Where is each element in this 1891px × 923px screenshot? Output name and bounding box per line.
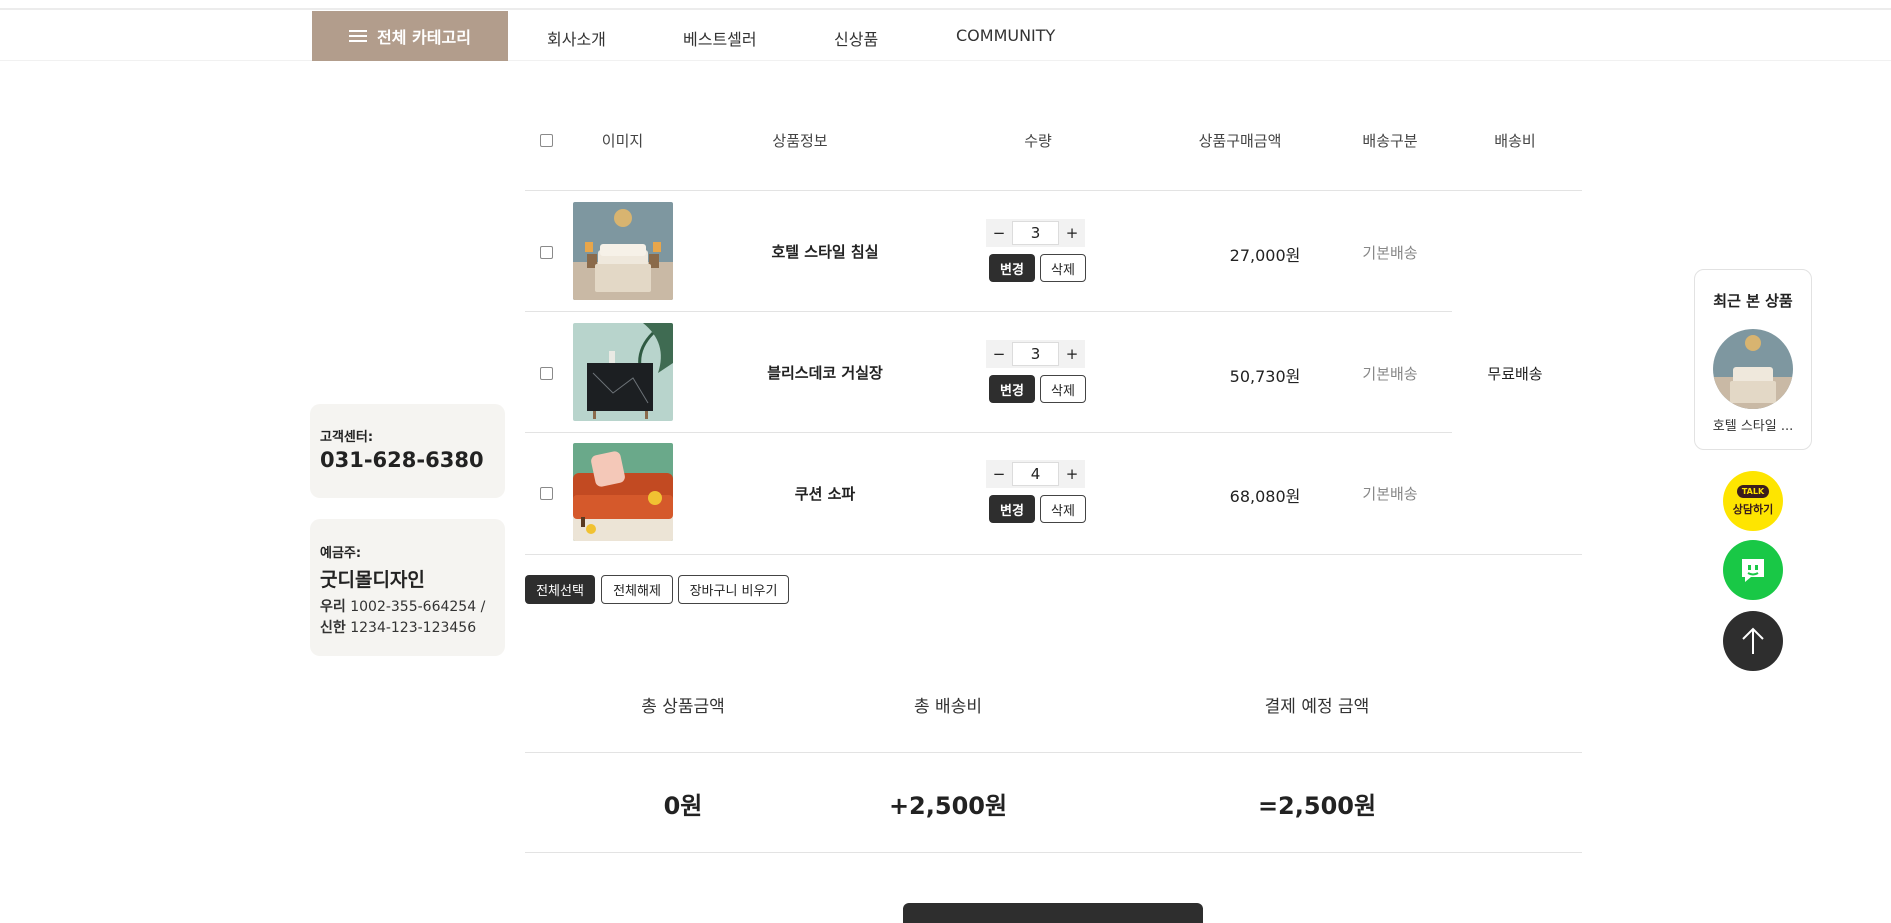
customer-center-box: 고객센터: 031-628-6380: [310, 404, 505, 498]
row-checkbox[interactable]: [540, 487, 553, 500]
account-holder-label: 예금주:: [320, 546, 362, 561]
recent-item-label[interactable]: 호텔 스타일 ...: [1695, 415, 1811, 434]
bank-name: 신한: [320, 620, 346, 636]
bank-number: 1234-123-123456: [350, 620, 477, 636]
header-shipping-fee: 배송비: [1494, 132, 1536, 150]
product-name[interactable]: 블리스데코 거실장: [700, 362, 950, 383]
header-delivery-type: 배송구분: [1362, 132, 1418, 150]
nav-item-new[interactable]: 신상품: [834, 26, 878, 50]
all-categories-label: 전체 카테고리: [377, 28, 471, 47]
scroll-top-button[interactable]: [1723, 611, 1783, 671]
bank-account-box: 예금주: 굿디몰디자인 우리 1002-355-664254 / 신한 1234…: [310, 519, 505, 656]
product-image-bedroom[interactable]: [573, 202, 673, 300]
qty-plus-button[interactable]: +: [1059, 219, 1085, 247]
chat-bubble-icon: [1742, 559, 1764, 582]
item-price: 68,080원: [1229, 487, 1301, 506]
cs-phone: 031-628-6380: [320, 448, 484, 472]
deselect-all-button[interactable]: 전체해제: [601, 575, 673, 604]
nav-divider: [0, 60, 1891, 61]
product-image-cabinet[interactable]: [573, 323, 673, 421]
total-shipping-label: 총 배송비: [914, 697, 982, 717]
naver-talk-button[interactable]: [1723, 540, 1783, 600]
header-quantity: 수량: [1024, 132, 1052, 150]
total-shipping-amount: +2,500원: [888, 792, 1008, 820]
bank-name: 우리: [320, 599, 346, 615]
qty-plus-button[interactable]: +: [1059, 460, 1085, 488]
header-product-info: 상품정보: [772, 132, 828, 150]
summary-divider: [525, 752, 1582, 753]
recently-viewed-panel: 최근 본 상품 호텔 스타일 ...: [1694, 269, 1812, 450]
all-categories-button[interactable]: 전체 카테고리: [312, 11, 508, 61]
recent-item-thumb[interactable]: [1713, 329, 1793, 409]
qty-input[interactable]: 3: [1012, 221, 1059, 245]
nav-item-bestseller[interactable]: 베스트셀러: [683, 26, 757, 50]
bank-number: 1002-355-664254 /: [350, 599, 486, 615]
nav-item-community[interactable]: COMMUNITY: [956, 26, 1055, 45]
top-divider: [0, 8, 1891, 10]
table-bottom-divider: [525, 554, 1582, 555]
change-qty-button[interactable]: 변경: [989, 254, 1035, 282]
delivery-type: 기본배송: [1362, 485, 1418, 503]
nav-item-about[interactable]: 회사소개: [547, 26, 606, 50]
summary-bottom-divider: [525, 852, 1582, 853]
quantity-stepper: − 3 +: [986, 219, 1085, 247]
kakao-chat-label: 상담하기: [1732, 503, 1774, 516]
kakao-chat-button[interactable]: TALK 상담하기: [1723, 471, 1783, 531]
delivery-type: 기본배송: [1362, 365, 1418, 383]
expected-payment-amount: =2,500원: [1257, 792, 1377, 820]
change-qty-button[interactable]: 변경: [989, 495, 1035, 523]
shipping-fee: 무료배송: [1487, 365, 1543, 383]
qty-input[interactable]: 3: [1012, 342, 1059, 366]
delivery-type: 기본배송: [1362, 244, 1418, 262]
total-product-amount: 0원: [663, 792, 703, 820]
table-row: 쿠션 소파 − 4 + 변경 삭제 68,080원 기본배송: [525, 433, 1582, 553]
select-all-button[interactable]: 전체선택: [525, 575, 595, 604]
change-qty-button[interactable]: 변경: [989, 375, 1035, 403]
item-price: 27,000원: [1229, 246, 1301, 265]
row-checkbox[interactable]: [540, 246, 553, 259]
header-image: 이미지: [601, 132, 644, 150]
table-row: 블리스데코 거실장 − 3 + 변경 삭제 50,730원 기본배송 무료배송: [525, 312, 1582, 432]
product-name[interactable]: 쿠션 소파: [700, 483, 950, 504]
menu-icon: [349, 29, 368, 43]
product-name[interactable]: 호텔 스타일 침실: [700, 241, 950, 262]
arrow-up-icon: [1742, 627, 1764, 654]
qty-minus-button[interactable]: −: [986, 219, 1012, 247]
qty-plus-button[interactable]: +: [1059, 340, 1085, 368]
kakao-talk-icon: TALK: [1736, 485, 1770, 498]
qty-input[interactable]: 4: [1012, 462, 1059, 486]
bank-line-woori: 우리 1002-355-664254 /: [320, 596, 485, 616]
order-button[interactable]: [903, 903, 1203, 923]
header-purchase-amount: 상품구매금액: [1198, 132, 1282, 150]
account-holder-name: 굿디몰디자인: [320, 569, 425, 591]
qty-minus-button[interactable]: −: [986, 340, 1012, 368]
quantity-stepper: − 3 +: [986, 340, 1085, 368]
delete-item-button[interactable]: 삭제: [1040, 495, 1086, 523]
recently-viewed-title: 최근 본 상품: [1713, 292, 1793, 310]
select-all-checkbox[interactable]: [540, 134, 553, 147]
total-product-amount-label: 총 상품금액: [641, 697, 725, 717]
empty-cart-button[interactable]: 장바구니 비우기: [678, 575, 789, 604]
cs-label: 고객센터:: [320, 430, 374, 445]
delete-item-button[interactable]: 삭제: [1040, 254, 1086, 282]
delete-item-button[interactable]: 삭제: [1040, 375, 1086, 403]
table-row: 호텔 스타일 침실 − 3 + 변경 삭제 27,000원 기본배송: [525, 191, 1582, 311]
product-image-sofa[interactable]: [573, 443, 673, 541]
item-price: 50,730원: [1229, 367, 1301, 386]
qty-minus-button[interactable]: −: [986, 460, 1012, 488]
bank-line-shinhan: 신한 1234-123-123456: [320, 617, 476, 637]
quantity-stepper: − 4 +: [986, 460, 1085, 488]
row-checkbox[interactable]: [540, 367, 553, 380]
expected-payment-label: 결제 예정 금액: [1264, 697, 1370, 717]
